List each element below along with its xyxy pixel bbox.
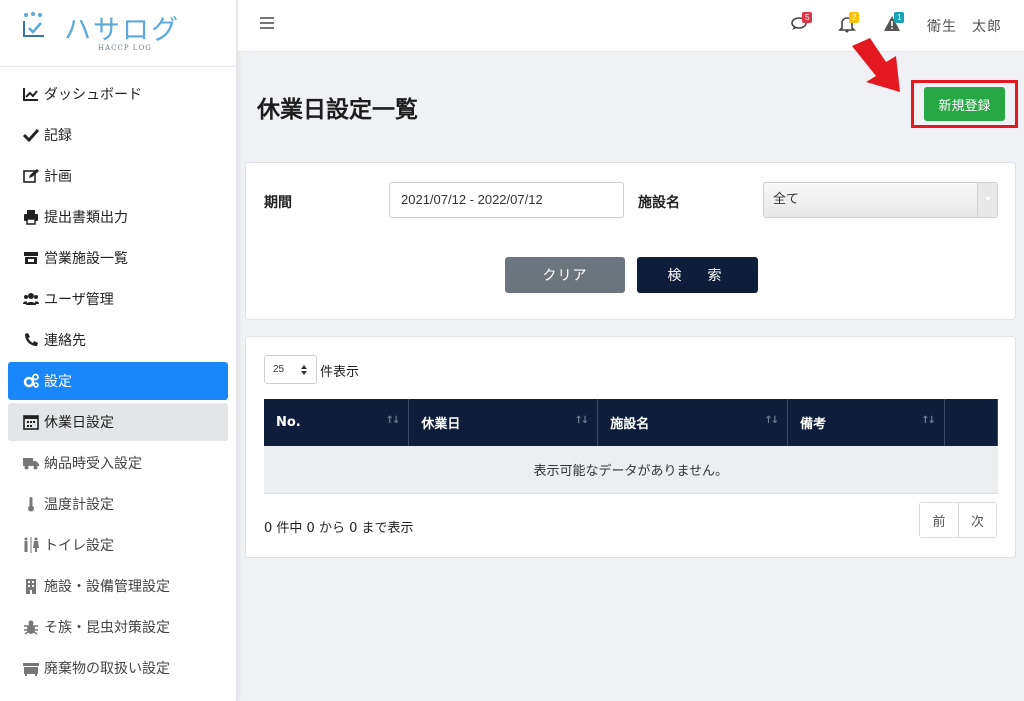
sidebar-menu: ダッシュボード 記録 計画 提出書類出力 営業施設一覧 ユーザ管理 連絡先 設定… [0, 67, 236, 687]
sidebar-item-label: 記録 [44, 128, 72, 144]
sidebar-item-label: 温度計設定 [44, 497, 114, 513]
sidebar-item-label: 営業施設一覧 [44, 251, 128, 267]
sidebar-item-plan[interactable]: 計画 [8, 157, 228, 195]
column-header-facility[interactable]: 施設名 ↑↓ [597, 399, 789, 446]
store-icon [22, 250, 40, 266]
brand-subtitle: HACCP LOG [98, 44, 152, 52]
sidebar-item-label: 廃棄物の取扱い設定 [44, 661, 170, 677]
sidebar-item-pest-control[interactable]: そ族・昆虫対策設定 [8, 608, 228, 646]
sort-icon: ↑↓ [921, 415, 936, 426]
pagination: 前 次 [919, 502, 997, 538]
sidebar-item-restroom[interactable]: トイレ設定 [8, 526, 228, 564]
messages-button[interactable]: 5 [791, 12, 813, 35]
next-page-button[interactable]: 次 [958, 503, 996, 537]
edit-icon [22, 168, 40, 184]
sort-icon: ↑↓ [574, 415, 590, 426]
facility-select[interactable]: 全て [763, 182, 998, 218]
sidebar-item-label: 連絡先 [44, 333, 86, 349]
check-icon [22, 127, 40, 143]
sidebar-item-label: トイレ設定 [44, 538, 114, 554]
empty-message: 表示可能なデータがありません。 [264, 446, 998, 494]
truck-icon [22, 455, 40, 471]
page-length-value: 25 [273, 364, 285, 375]
period-input[interactable]: 2021/07/12 - 2022/07/12 [389, 182, 624, 218]
building-icon [22, 578, 40, 594]
sidebar: ハサログ HACCP LOG ダッシュボード 記録 計画 提出書類出力 営業施設… [0, 0, 237, 701]
prev-page-button[interactable]: 前 [920, 503, 958, 537]
bug-icon [22, 619, 40, 635]
sort-updown-icon [301, 365, 307, 375]
facility-select-value: 全て [773, 192, 800, 207]
messages-badge: 5 [802, 12, 813, 23]
printer-icon [22, 209, 40, 225]
sidebar-item-label: そ族・昆虫対策設定 [44, 620, 170, 636]
search-button[interactable]: 検 索 [637, 257, 758, 293]
table-card: 25 件表示 No. ↑↓ 休業日 ↑↓ 施設名 ↑↓ 備考 ↑↓ 表示可能なデータがあ… [245, 336, 1016, 558]
sidebar-item-label: 計画 [44, 169, 72, 185]
column-header-notes[interactable]: 備考 ↑↓ [787, 399, 946, 446]
sidebar-item-records[interactable]: 記録 [8, 116, 228, 154]
holiday-table: No. ↑↓ 休業日 ↑↓ 施設名 ↑↓ 備考 ↑↓ 表示可能なデータがありません。 [264, 399, 998, 494]
alerts-badge: 1 [894, 12, 905, 23]
sidebar-item-delivery[interactable]: 納品時受入設定 [8, 444, 228, 482]
phone-icon [22, 332, 40, 348]
sort-icon: ↑↓ [764, 415, 779, 426]
page-length-select[interactable]: 25 [264, 355, 317, 384]
clear-button[interactable]: クリア [505, 257, 625, 293]
new-register-button[interactable]: 新規登録 [924, 87, 1005, 121]
users-icon [22, 291, 40, 307]
sidebar-item-label: 設定 [44, 374, 72, 390]
sidebar-item-label: ダッシュボード [44, 87, 142, 103]
thermometer-icon [22, 496, 40, 512]
period-label: 期間 [264, 195, 292, 211]
brand-name: ハサログ [64, 15, 180, 46]
table-info: 0 件中 0 から 0 まで表示 [264, 521, 414, 536]
sidebar-item-label: ユーザ管理 [44, 292, 114, 308]
notifications-button[interactable]: 2 [838, 12, 860, 35]
sidebar-item-settings[interactable]: 設定 [8, 362, 228, 400]
logo[interactable]: ハサログ HACCP LOG [0, 0, 236, 67]
sidebar-item-waste[interactable]: 廃棄物の取扱い設定 [8, 649, 228, 687]
sidebar-item-thermometer[interactable]: 温度計設定 [8, 485, 228, 523]
sidebar-item-contacts[interactable]: 連絡先 [8, 321, 228, 359]
sidebar-item-label: 休業日設定 [44, 415, 114, 431]
alerts-button[interactable]: 1 [883, 12, 905, 35]
table-row: 表示可能なデータがありません。 [264, 446, 998, 494]
cogs-icon [22, 373, 40, 389]
sidebar-item-label: 施設・設備管理設定 [44, 579, 170, 595]
notifications-badge: 2 [849, 12, 860, 23]
user-name[interactable]: 衛生 太郎 [927, 16, 1002, 36]
dumpster-icon [22, 660, 40, 676]
sidebar-item-holidays[interactable]: 休業日設定 [8, 403, 228, 441]
filter-card: 期間 2021/07/12 - 2022/07/12 施設名 全て クリア 検 … [245, 162, 1016, 320]
sidebar-item-dashboard[interactable]: ダッシュボード [8, 75, 228, 113]
sidebar-item-export[interactable]: 提出書類出力 [8, 198, 228, 236]
column-header-actions [944, 399, 998, 446]
chart-line-icon [22, 86, 40, 102]
facility-label: 施設名 [638, 195, 680, 211]
sidebar-item-users[interactable]: ユーザ管理 [8, 280, 228, 318]
sidebar-item-facilities[interactable]: 営業施設一覧 [8, 239, 228, 277]
page-length-label: 件表示 [320, 365, 360, 380]
logo-mark-icon [23, 12, 44, 37]
page-title: 休業日設定一覧 [257, 97, 418, 123]
sidebar-item-label: 納品時受入設定 [44, 456, 142, 472]
calendar-icon [22, 414, 40, 430]
annotation-arrow-icon [852, 38, 900, 92]
restroom-icon [22, 537, 40, 553]
column-header-holiday[interactable]: 休業日 ↑↓ [408, 399, 599, 446]
menu-toggle-icon[interactable] [260, 17, 274, 31]
chevron-down-icon [977, 183, 997, 217]
sidebar-item-building[interactable]: 施設・設備管理設定 [8, 567, 228, 605]
sort-icon: ↑↓ [385, 415, 401, 426]
sidebar-item-label: 提出書類出力 [44, 210, 128, 226]
column-header-no[interactable]: No. ↑↓ [264, 399, 410, 446]
